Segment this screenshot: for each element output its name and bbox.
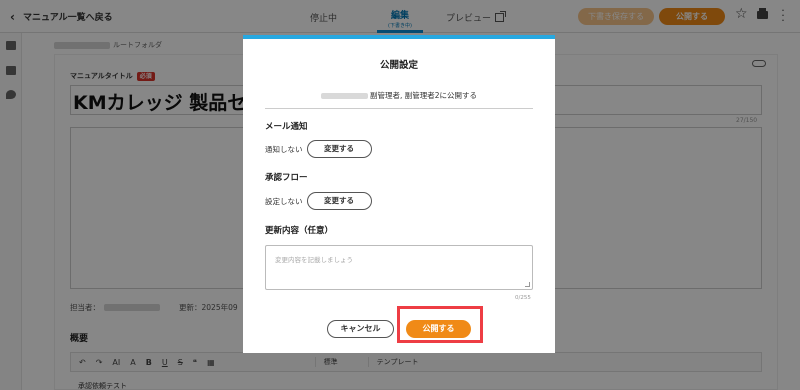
publish-button-highlight — [397, 306, 483, 343]
update-note-placeholder: 変更内容を記載しましょう — [275, 256, 353, 264]
target-redacted — [320, 93, 368, 99]
mail-notification-status: 通知しない — [265, 144, 303, 154]
update-note-textarea[interactable]: 変更内容を記載しましょう — [265, 245, 533, 290]
approval-change-button[interactable]: 変更する — [306, 192, 372, 210]
modal-title: 公開設定 — [379, 60, 418, 71]
mail-notification-row: 通知しない 変更する — [265, 140, 372, 158]
modal-divider — [265, 108, 533, 109]
cancel-button[interactable]: キャンセル — [327, 320, 394, 338]
publish-target-text: 副管理者, 副管理者2に公開する — [369, 91, 478, 100]
approval-flow-status: 設定しない — [265, 196, 303, 206]
resize-handle-icon[interactable] — [525, 282, 530, 287]
publish-target-summary: 副管理者, 副管理者2に公開する — [243, 90, 555, 101]
approval-flow-heading: 承認フロー — [265, 173, 308, 183]
update-note-count: 0/255 — [515, 295, 531, 301]
mail-notification-heading: メール通知 — [265, 122, 308, 132]
mail-change-button[interactable]: 変更する — [306, 140, 372, 158]
approval-flow-row: 設定しない 変更する — [265, 192, 372, 210]
update-note-heading: 更新内容（任意） — [265, 226, 334, 236]
